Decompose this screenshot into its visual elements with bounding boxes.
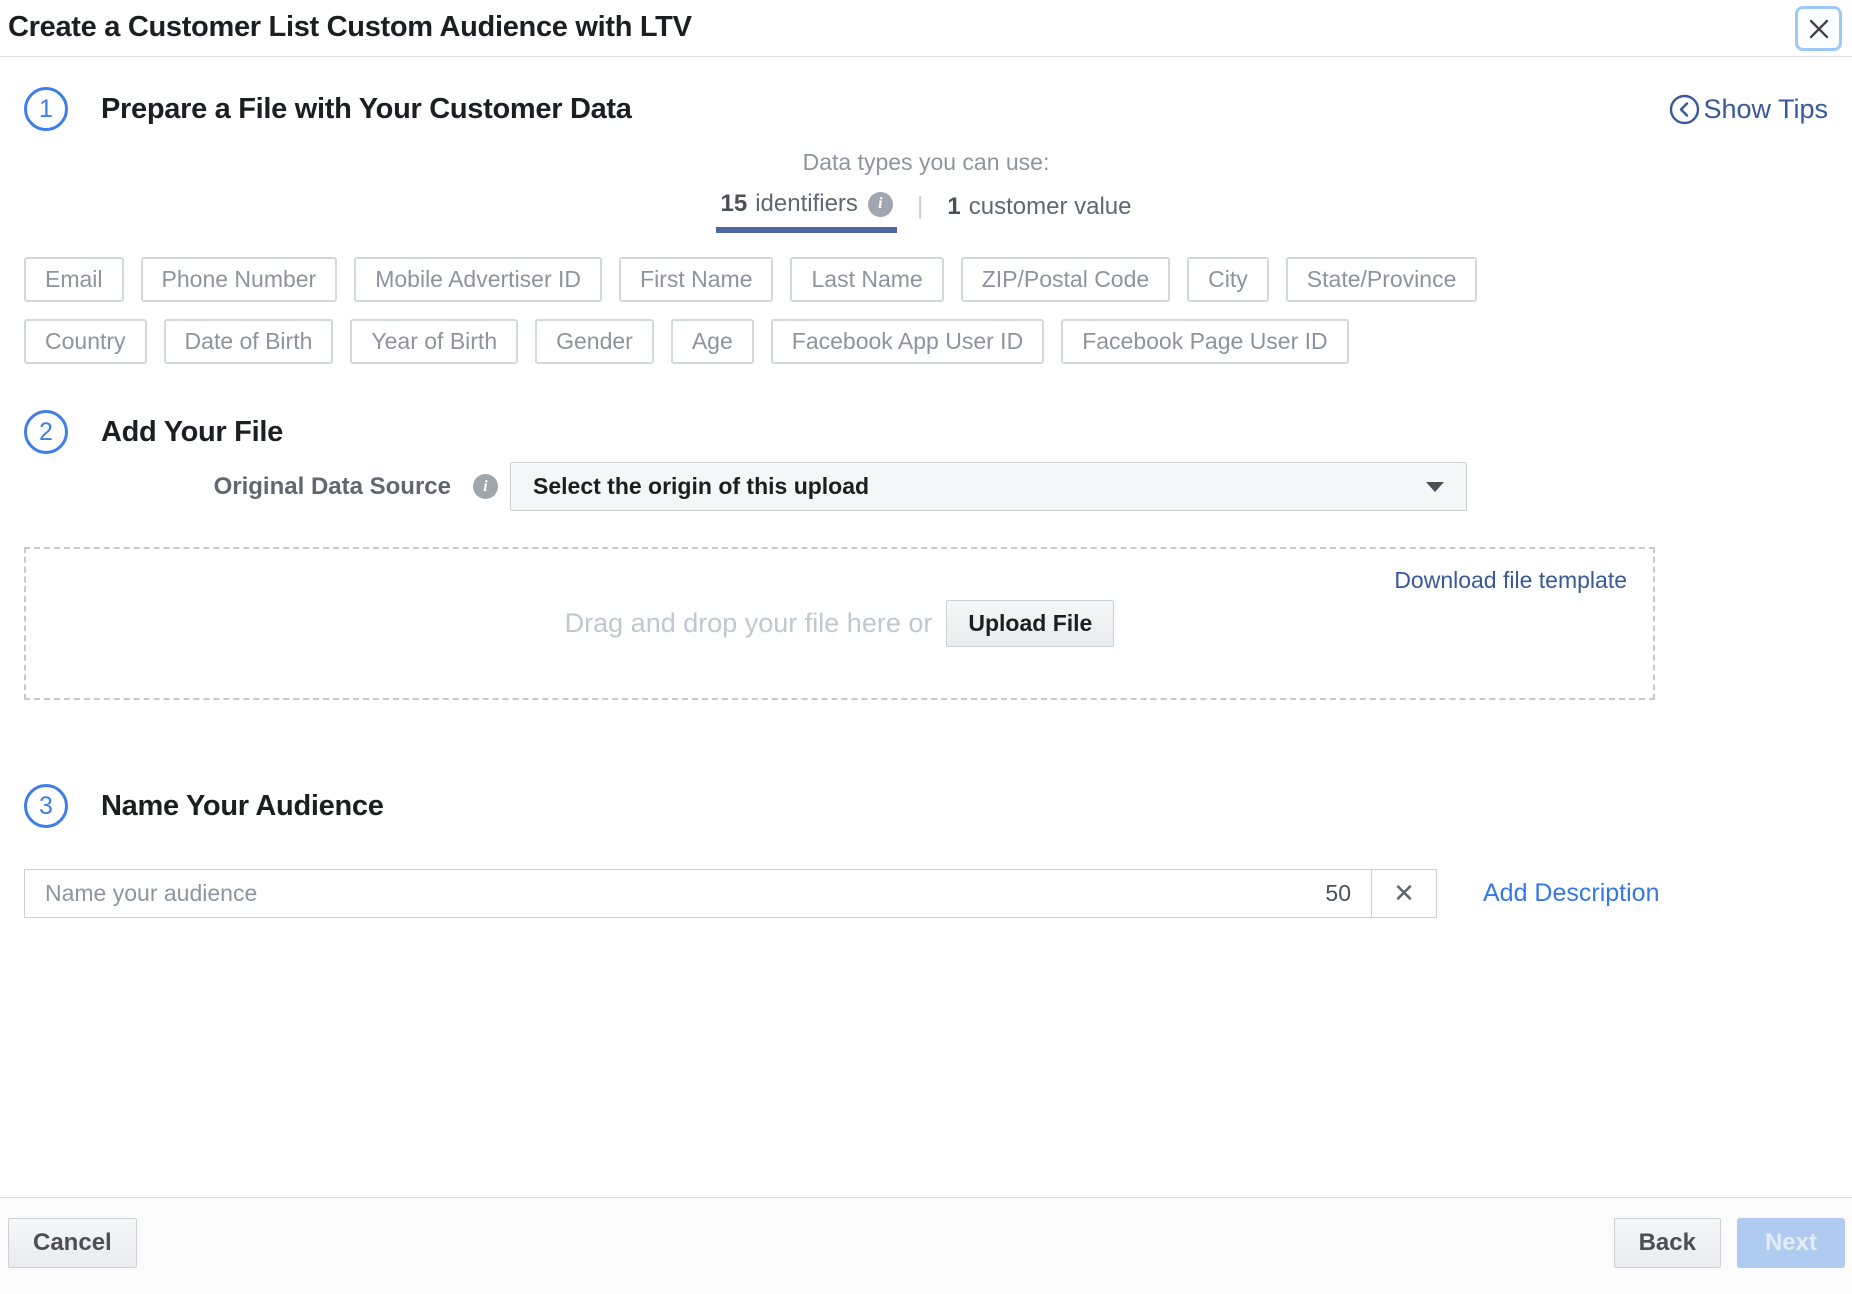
audience-name-row: 50 ✕ Add Description (24, 869, 1828, 918)
identifiers-count: 15 (720, 190, 747, 218)
data-type-pill: Facebook App User ID (771, 319, 1044, 364)
chevron-left-circle-icon (1669, 94, 1703, 125)
cancel-button[interactable]: Cancel (8, 1218, 137, 1268)
data-type-pill: Country (24, 319, 147, 364)
step-2-title: Add Your File (101, 416, 283, 449)
back-button[interactable]: Back (1614, 1218, 1721, 1268)
data-type-pill: Phone Number (141, 257, 338, 302)
tab-divider: | (917, 190, 924, 233)
clear-input-button[interactable]: ✕ (1372, 870, 1436, 917)
step-1-badge: 1 (24, 87, 68, 131)
close-button[interactable] (1795, 6, 1842, 51)
step-3-title: Name Your Audience (101, 790, 384, 823)
file-drop-zone[interactable]: Download file template Drag and drop you… (24, 547, 1655, 700)
step-3-header: 3 Name Your Audience (24, 784, 1828, 828)
clear-icon: ✕ (1393, 878, 1415, 909)
original-data-source-row: Original Data Source i Select the origin… (24, 462, 1828, 511)
char-counter: 50 (1325, 880, 1351, 907)
download-template-link[interactable]: Download file template (1394, 567, 1627, 594)
customer-value-label: customer value (969, 193, 1132, 221)
data-source-dropdown-value: Select the origin of this upload (533, 473, 869, 500)
info-icon[interactable]: i (473, 474, 498, 499)
data-types-heading: Data types you can use: (24, 149, 1828, 176)
data-types-section: Data types you can use: 15 identifiers i… (24, 149, 1828, 233)
close-icon (1807, 17, 1831, 41)
original-data-source-label: Original Data Source (214, 473, 451, 501)
original-data-source-label-wrap: Original Data Source i (24, 473, 510, 501)
data-types-tabs: 15 identifiers i | 1 customer value (24, 190, 1828, 233)
info-icon[interactable]: i (868, 192, 893, 217)
dialog-title: Create a Customer List Custom Audience w… (8, 11, 692, 44)
audience-name-input-wrap: 50 ✕ (24, 869, 1437, 918)
show-tips-label: Show Tips (1703, 94, 1828, 125)
data-type-pill: ZIP/Postal Code (961, 257, 1170, 302)
data-type-pill: Gender (535, 319, 654, 364)
next-button[interactable]: Next (1737, 1218, 1845, 1268)
data-type-pill: City (1187, 257, 1269, 302)
data-type-pill: Facebook Page User ID (1061, 319, 1348, 364)
step-2-header: 2 Add Your File (24, 410, 1828, 454)
tab-customer-value[interactable]: 1 customer value (943, 190, 1135, 233)
data-type-pill: State/Province (1286, 257, 1478, 302)
dialog-header: Create a Customer List Custom Audience w… (0, 0, 1852, 57)
step-2-badge: 2 (24, 410, 68, 454)
data-type-pills-row-1: Email Phone Number Mobile Advertiser ID Fir… (24, 257, 1828, 302)
upload-file-button[interactable]: Upload File (946, 600, 1114, 647)
data-type-pill: Last Name (790, 257, 943, 302)
dialog-body: 1 Prepare a File with Your Customer Data… (0, 87, 1852, 918)
data-type-pill: Email (24, 257, 124, 302)
tab-identifiers[interactable]: 15 identifiers i (716, 190, 896, 233)
data-type-pill: First Name (619, 257, 773, 302)
identifiers-label: identifiers (755, 190, 858, 218)
step-1-title: Prepare a File with Your Customer Data (101, 93, 632, 126)
caret-down-icon (1426, 482, 1444, 492)
customer-value-count: 1 (947, 193, 960, 221)
step-3-badge: 3 (24, 784, 68, 828)
data-type-pill: Date of Birth (164, 319, 334, 364)
step-1-header: 1 Prepare a File with Your Customer Data… (24, 87, 1828, 131)
dialog-footer: Cancel Back Next (0, 1197, 1852, 1294)
data-type-pill: Age (671, 319, 754, 364)
show-tips-link[interactable]: Show Tips (1669, 94, 1828, 125)
data-source-dropdown[interactable]: Select the origin of this upload (510, 462, 1467, 511)
data-type-pills-row-2: Country Date of Birth Year of Birth Gender A… (24, 319, 1828, 364)
data-type-pill: Year of Birth (350, 319, 518, 364)
footer-right-buttons: Back Next (1614, 1218, 1845, 1268)
add-description-link[interactable]: Add Description (1483, 879, 1659, 908)
drop-zone-text: Drag and drop your file here or (565, 608, 933, 639)
audience-name-input[interactable] (25, 870, 1315, 917)
data-type-pill: Mobile Advertiser ID (354, 257, 602, 302)
